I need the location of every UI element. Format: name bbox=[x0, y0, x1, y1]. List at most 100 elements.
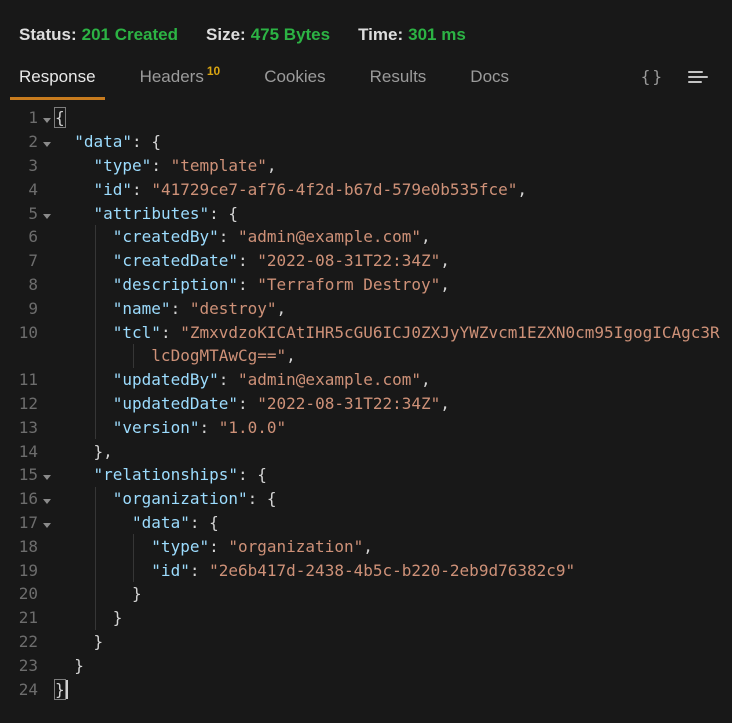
code-text: "description": "Terraform Destroy", bbox=[55, 275, 450, 294]
fold-chevron-icon[interactable] bbox=[43, 214, 51, 219]
token-key: "id" bbox=[94, 180, 133, 199]
gutter: 18 bbox=[0, 534, 55, 558]
token-punc: : { bbox=[209, 204, 238, 223]
token-punc: : { bbox=[248, 489, 277, 508]
text-cursor bbox=[66, 680, 68, 699]
format-json-icon[interactable]: {} bbox=[641, 67, 664, 86]
token-key: "type" bbox=[94, 156, 152, 175]
fold-chevron-icon[interactable] bbox=[43, 142, 51, 147]
gutter: 17 bbox=[0, 511, 55, 535]
gutter: 22 bbox=[0, 630, 55, 654]
line-number: 15 bbox=[0, 465, 38, 484]
line-number: 9 bbox=[0, 299, 38, 318]
tab-response[interactable]: Response bbox=[19, 67, 96, 100]
code-text: "createdBy": "admin@example.com", bbox=[55, 227, 431, 246]
fold-zone bbox=[38, 513, 55, 532]
gutter: 21 bbox=[0, 606, 55, 630]
line-number: 18 bbox=[0, 537, 38, 556]
token-key: "type" bbox=[151, 537, 209, 556]
code-text: "id": "2e6b417d-2438-4b5c-b220-2eb9d7638… bbox=[55, 561, 575, 580]
code-line: 3"type": "template", bbox=[0, 154, 732, 178]
tab-headers[interactable]: Headers10 bbox=[140, 67, 221, 100]
token-punc: } bbox=[113, 608, 123, 627]
code-line: 10 "tcl": "ZmxvdzoKICAtIHR5cGU6ICJ0ZXJyYW… bbox=[0, 320, 732, 344]
gutter: 11 bbox=[0, 368, 55, 392]
token-key: "createdBy" bbox=[113, 227, 219, 246]
gutter bbox=[0, 344, 55, 368]
token-str: "Terraform Destroy" bbox=[257, 275, 440, 294]
token-punc: , bbox=[421, 227, 431, 246]
line-number: 5 bbox=[0, 204, 38, 223]
gutter: 24 bbox=[0, 677, 55, 701]
code-line: 6"createdBy": "admin@example.com", bbox=[0, 225, 732, 249]
line-number: 23 bbox=[0, 656, 38, 675]
token-punc: : { bbox=[132, 132, 161, 151]
fold-chevron-icon[interactable] bbox=[43, 523, 51, 528]
token-punc: : bbox=[199, 418, 218, 437]
code-text: "name": "destroy", bbox=[55, 299, 286, 318]
tab-results[interactable]: Results bbox=[370, 67, 427, 100]
gutter: 19 bbox=[0, 558, 55, 582]
code-text: "relationships": { bbox=[55, 465, 267, 484]
token-key: "tcl" bbox=[113, 323, 161, 342]
line-number: 3 bbox=[0, 156, 38, 175]
line-number: 16 bbox=[0, 489, 38, 508]
tab-label: Docs bbox=[470, 67, 509, 86]
token-punc: , bbox=[421, 370, 431, 389]
code-line: 14}, bbox=[0, 439, 732, 463]
line-number: 21 bbox=[0, 608, 38, 627]
code-line: 17"data": { bbox=[0, 511, 732, 535]
token-punc: : bbox=[219, 370, 238, 389]
line-number: 10 bbox=[0, 323, 38, 342]
status-group: Status:201 Created bbox=[19, 25, 178, 45]
code-text: }, bbox=[55, 442, 113, 461]
gutter: 14 bbox=[0, 439, 55, 463]
token-key: "version" bbox=[113, 418, 200, 437]
token-str: "admin@example.com" bbox=[238, 227, 421, 246]
token-str: lcDogMTAwCg==" bbox=[151, 346, 286, 365]
line-number: 22 bbox=[0, 632, 38, 651]
token-key: "id" bbox=[151, 561, 190, 580]
code-text: "attributes": { bbox=[55, 204, 238, 223]
response-tab-bar: Response Headers10 Cookies Results Docs {} bbox=[0, 67, 732, 100]
tab-docs[interactable]: Docs bbox=[470, 67, 509, 100]
token-str: "2022-08-31T22:34Z" bbox=[257, 394, 440, 413]
menu-icon[interactable] bbox=[688, 71, 708, 83]
token-key: "relationships" bbox=[94, 465, 239, 484]
size-value: 475 Bytes bbox=[251, 25, 330, 44]
token-punc: : bbox=[171, 299, 190, 318]
gutter: 1 bbox=[0, 106, 55, 130]
line-number: 19 bbox=[0, 561, 38, 580]
size-group: Size: 475 Bytes bbox=[206, 25, 330, 45]
token-punc: , bbox=[277, 299, 287, 318]
token-str: "admin@example.com" bbox=[238, 370, 421, 389]
line-number: 14 bbox=[0, 442, 38, 461]
code-text: } bbox=[55, 632, 103, 651]
token-punc: : bbox=[209, 537, 228, 556]
line-number: 17 bbox=[0, 513, 38, 532]
code-line: 20} bbox=[0, 582, 732, 606]
code-text: "createdDate": "2022-08-31T22:34Z", bbox=[55, 251, 450, 270]
code-text: } bbox=[55, 584, 142, 603]
code-line: 13"version": "1.0.0" bbox=[0, 415, 732, 439]
line-number: 13 bbox=[0, 418, 38, 437]
fold-chevron-icon[interactable] bbox=[43, 499, 51, 504]
fold-zone bbox=[38, 489, 55, 508]
fold-chevron-icon[interactable] bbox=[43, 475, 51, 480]
response-status-bar: Status:201 Created Size:475 Bytes Time:3… bbox=[0, 0, 732, 45]
fold-chevron-icon[interactable] bbox=[43, 118, 51, 123]
response-body-editor[interactable]: 1{2"data": {3"type": "template",4"id": "… bbox=[0, 106, 732, 701]
gutter: 16 bbox=[0, 487, 55, 511]
fold-zone bbox=[38, 465, 55, 484]
size-label: Size: bbox=[206, 25, 246, 44]
gutter: 2 bbox=[0, 130, 55, 154]
tab-label: Results bbox=[370, 67, 427, 86]
tab-cookies[interactable]: Cookies bbox=[264, 67, 325, 100]
token-key: "organization" bbox=[113, 489, 248, 508]
code-text: } bbox=[55, 656, 84, 675]
code-text: "tcl": "ZmxvdzoKICAtIHR5cGU6ICJ0ZXJyYWZv… bbox=[55, 323, 720, 342]
token-key: "attributes" bbox=[94, 204, 210, 223]
gutter: 9 bbox=[0, 296, 55, 320]
token-punc: : { bbox=[238, 465, 267, 484]
token-punc: } bbox=[94, 632, 104, 651]
